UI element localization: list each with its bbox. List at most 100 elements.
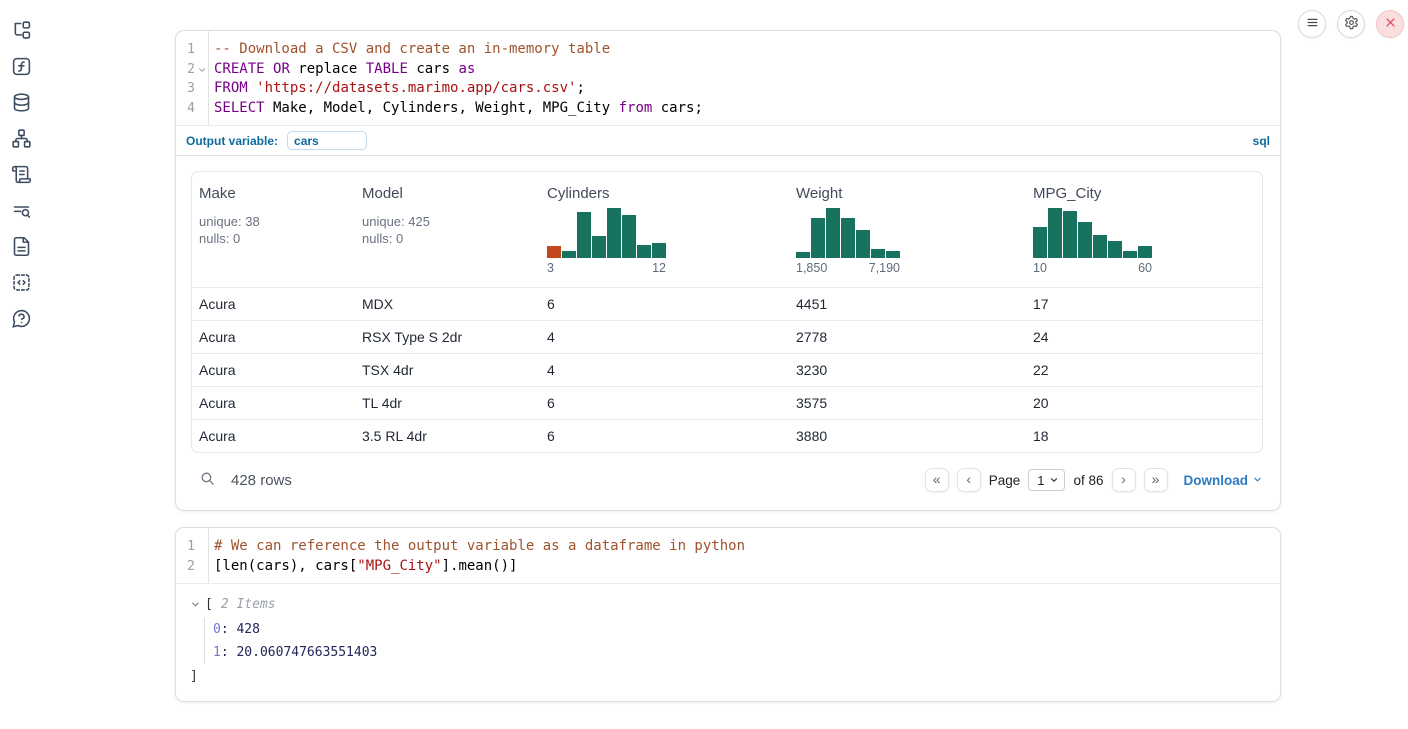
table-cell: 20 xyxy=(1026,387,1262,420)
collapse-chevron-icon[interactable] xyxy=(190,599,201,610)
table-cell: Acura xyxy=(192,354,355,387)
chevron-down-icon xyxy=(1049,473,1059,488)
histogram-bar xyxy=(826,208,840,258)
column-header-model[interactable]: Model unique: 425nulls: 0 xyxy=(355,172,540,288)
shutdown-button[interactable] xyxy=(1376,10,1404,38)
close-bracket: ] xyxy=(190,669,1264,684)
table-cell: 3880 xyxy=(789,420,1026,453)
table-cell: Acura xyxy=(192,420,355,453)
page-label: Page xyxy=(989,473,1021,488)
sidebar-item-documentation[interactable] xyxy=(9,236,33,260)
table-cell: Acura xyxy=(192,288,355,321)
table-row[interactable]: AcuraMDX6445117 xyxy=(192,288,1262,321)
table-row[interactable]: AcuraRSX Type S 2dr4277824 xyxy=(192,321,1262,354)
histogram: 1,8507,190 xyxy=(796,208,900,275)
sidebar-item-logs[interactable] xyxy=(9,164,33,188)
code-text: FROM 'https://datasets.marimo.app/cars.c… xyxy=(208,79,585,99)
code-text: # We can reference the output variable a… xyxy=(208,537,745,557)
histogram-bars xyxy=(1033,208,1152,258)
column-name: Cylinders xyxy=(547,185,781,202)
histogram-bar xyxy=(577,212,591,258)
code-line: 2CREATE OR replace TABLE cars as xyxy=(176,60,1280,80)
database-icon xyxy=(11,92,32,116)
sidebar-item-dependency-graph[interactable] xyxy=(9,128,33,152)
output-variable-label: Output variable: xyxy=(186,134,278,148)
histogram: 1060 xyxy=(1033,208,1152,275)
snippets-search-icon xyxy=(11,200,32,224)
table-cell: TSX 4dr xyxy=(355,354,540,387)
items-count-label: 2 Items xyxy=(221,597,276,612)
download-label: Download xyxy=(1184,473,1249,488)
table-header-row: Makeunique: 38nulls: 0 Model unique: 425nu… xyxy=(192,172,1262,288)
histogram-bar xyxy=(1063,211,1077,258)
column-name: Model xyxy=(362,185,532,202)
column-header-make[interactable]: Makeunique: 38nulls: 0 xyxy=(192,172,355,288)
table-cell: TL 4dr xyxy=(355,387,540,420)
column-header-cylinders[interactable]: Cylinders 312 xyxy=(540,172,789,288)
table-cell: 6 xyxy=(540,288,789,321)
download-button[interactable]: Download xyxy=(1184,473,1264,488)
python-cell: 1# We can reference the output variable … xyxy=(175,527,1281,702)
first-page-button[interactable]: « xyxy=(925,468,949,492)
sql-cell-output: Makeunique: 38nulls: 0 Model unique: 425nu… xyxy=(176,156,1280,510)
sidebar-item-scratchpad[interactable] xyxy=(9,272,33,296)
code-text: [len(cars), cars["MPG_City"].mean()] xyxy=(208,557,517,577)
sidebar-item-help[interactable] xyxy=(9,308,33,332)
column-header-mpg_city[interactable]: MPG_City1060 xyxy=(1026,172,1262,288)
page-select[interactable]: 1 xyxy=(1028,469,1065,491)
notebook-controls xyxy=(1298,10,1404,38)
histogram-bar xyxy=(562,251,576,258)
chevron-down-icon xyxy=(1252,473,1263,488)
histogram-bar xyxy=(1048,208,1062,258)
prev-page-button[interactable]: ‹ xyxy=(957,468,981,492)
next-page-button[interactable]: › xyxy=(1112,468,1136,492)
language-badge: sql xyxy=(1253,134,1270,148)
table-row[interactable]: AcuraTL 4dr6357520 xyxy=(192,387,1262,420)
table-search-button[interactable] xyxy=(191,470,216,490)
column-name: Weight xyxy=(796,185,1018,202)
table-cell: 3230 xyxy=(789,354,1026,387)
table-cell: 17 xyxy=(1026,288,1262,321)
table-cell: 6 xyxy=(540,387,789,420)
table-row[interactable]: AcuraTSX 4dr4323022 xyxy=(192,354,1262,387)
settings-button[interactable] xyxy=(1337,10,1365,38)
output-variable-input[interactable] xyxy=(287,131,367,150)
sidebar-item-datasources[interactable] xyxy=(9,92,33,116)
sidebar-item-functions[interactable] xyxy=(9,56,33,80)
column-name: Make xyxy=(199,185,347,202)
row-count-label: 428 rows xyxy=(231,472,292,489)
histogram-bar xyxy=(811,218,825,258)
table-cell: 2778 xyxy=(789,321,1026,354)
table-cell: Acura xyxy=(192,321,355,354)
tree-root-row: [ 2 Items xyxy=(190,597,1264,612)
logs-scroll-icon xyxy=(11,164,32,188)
last-page-button[interactable]: » xyxy=(1144,468,1168,492)
table-row[interactable]: Acura3.5 RL 4dr6388018 xyxy=(192,420,1262,453)
histogram-bar xyxy=(592,236,606,258)
sidebar-item-file-tree[interactable] xyxy=(9,20,33,44)
histogram-bar xyxy=(886,251,900,258)
histogram-bar xyxy=(607,208,621,258)
histogram-bars xyxy=(796,208,900,258)
sidebar-item-snippets[interactable] xyxy=(9,200,33,224)
python-cell-output: [ 2 Items 0: 4281: 20.060747663551403 ] xyxy=(176,584,1280,701)
page-select-value: 1 xyxy=(1037,473,1044,488)
histogram-bar xyxy=(1138,246,1152,258)
tree-entry: 0: 428 xyxy=(213,618,1264,641)
column-header-weight[interactable]: Weight 1,8507,190 xyxy=(789,172,1026,288)
code-text: CREATE OR replace TABLE cars as xyxy=(208,60,475,80)
fold-chevron-icon[interactable] xyxy=(197,65,207,75)
tree-entries: 0: 4281: 20.060747663551403 xyxy=(204,618,1264,664)
histogram-bar xyxy=(1123,251,1137,258)
table-cell: 4 xyxy=(540,321,789,354)
sidebar xyxy=(0,0,44,332)
line-number: 3 xyxy=(176,79,208,99)
python-code-editor[interactable]: 1# We can reference the output variable … xyxy=(176,528,1280,584)
sql-code-editor[interactable]: 1-- Download a CSV and create an in-memo… xyxy=(176,31,1280,125)
code-line: 2[len(cars), cars["MPG_City"].mean()] xyxy=(176,557,1280,577)
notebook-main: 1-- Download a CSV and create an in-memo… xyxy=(175,30,1281,702)
file-tree-icon xyxy=(11,20,32,44)
histogram-axis: 312 xyxy=(547,261,666,275)
column-stats: unique: 425nulls: 0 xyxy=(362,213,532,247)
menu-button[interactable] xyxy=(1298,10,1326,38)
